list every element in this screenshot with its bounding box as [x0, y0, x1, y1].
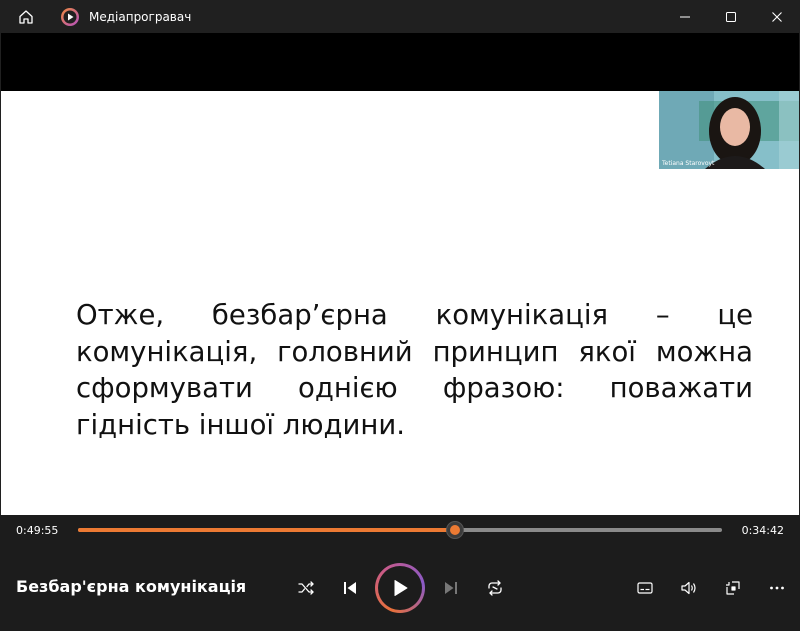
play-button[interactable]: [375, 563, 425, 613]
subtitles-icon: [637, 582, 653, 594]
miniplayer-button[interactable]: [722, 577, 744, 599]
media-title: Безбар'єрна комунікація: [16, 577, 247, 596]
remaining-time: 0:34:42: [741, 524, 784, 537]
next-button[interactable]: [440, 577, 462, 599]
repeat-icon: [488, 580, 502, 596]
minimize-icon: [680, 16, 690, 17]
close-button[interactable]: [754, 0, 800, 33]
webcam-name-label: Tetiana Starovoyt: [662, 160, 715, 167]
more-options-button[interactable]: [766, 577, 788, 599]
home-icon[interactable]: [13, 4, 39, 30]
webcam-thumbnail: Tetiana Starovoyt: [659, 91, 799, 169]
repeat-button[interactable]: [484, 577, 506, 599]
maximize-icon: [726, 11, 736, 22]
media-player-icon: [59, 6, 81, 28]
title-bar: Медіапрогравач: [0, 0, 800, 33]
seek-bar[interactable]: [78, 521, 722, 539]
maximize-button[interactable]: [708, 0, 754, 33]
minimize-button[interactable]: [662, 0, 708, 33]
next-icon: [445, 582, 457, 594]
previous-button[interactable]: [339, 577, 361, 599]
seek-progress: [78, 528, 455, 532]
slide-text: Отже, безбар’єрна комунікація – це комун…: [76, 299, 753, 441]
playback-controls: 0:49:55 0:34:42 Безбар'єрна комунікація: [0, 515, 800, 631]
previous-icon: [344, 582, 356, 594]
video-area[interactable]: Отже, безбар’єрна комунікація – це комун…: [1, 33, 799, 515]
play-icon: [394, 580, 408, 596]
miniplayer-icon: [726, 581, 740, 595]
shuffle-icon: [298, 581, 314, 595]
elapsed-time: 0:49:55: [16, 524, 59, 537]
close-icon: [772, 11, 782, 22]
subtitles-button[interactable]: [634, 577, 656, 599]
window-title: Медіапрогравач: [89, 9, 192, 24]
shuffle-button[interactable]: [295, 577, 317, 599]
webcam-image: [659, 91, 799, 169]
volume-button[interactable]: [678, 577, 700, 599]
more-icon: [770, 586, 784, 590]
volume-icon: [681, 581, 696, 595]
seek-thumb[interactable]: [445, 521, 464, 539]
